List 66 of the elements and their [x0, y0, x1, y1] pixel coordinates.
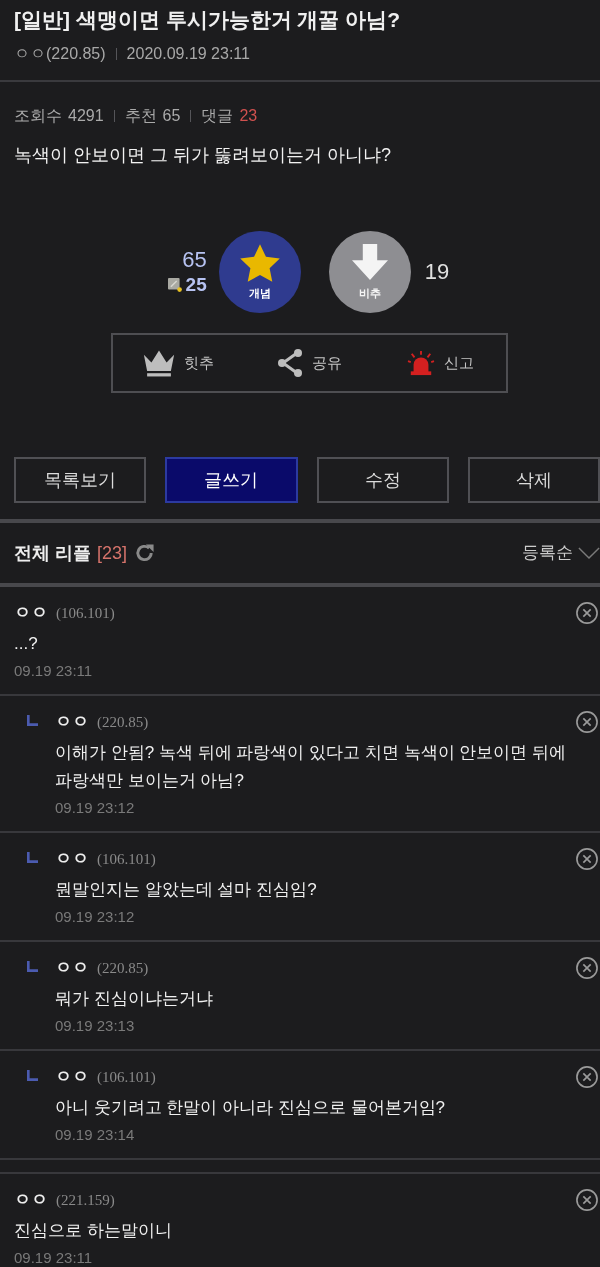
comments-title: 전체 리플 [14, 541, 91, 565]
reply-icon [27, 1070, 38, 1081]
nav-button[interactable]: 목록보기 [14, 457, 147, 503]
comment-text: 진심으로 하는말이니 [14, 1220, 173, 1242]
nav-button[interactable]: 글쓰기 [165, 457, 298, 503]
comment-ip: (106.101) [97, 850, 156, 869]
star-icon [239, 244, 280, 282]
close-icon[interactable] [576, 1066, 598, 1088]
stat-label: 추천 [124, 106, 157, 126]
comment-author: ㅇㅇ [55, 958, 89, 978]
post-body: 녹색이 안보이면 그 뒤가 뚫려보이는거 아니냐? [14, 144, 392, 167]
siren-icon [407, 350, 435, 376]
fixed-count: 25 [185, 273, 207, 297]
comment-text: 뭔말인지는 알았는데 설마 진심임? [55, 879, 318, 901]
square-icon [167, 278, 182, 292]
share-button[interactable]: 공유 [277, 348, 342, 378]
comment-date: 09.19 23:12 [55, 799, 136, 817]
post-title: [일반] 색맹이면 투시가능한거 개꿀 아님? [14, 7, 402, 33]
comment-date: 09.19 23:11 [14, 1249, 94, 1267]
close-icon[interactable] [576, 1189, 598, 1211]
stat-label: 조회수 [14, 106, 62, 126]
comment-ip: (106.101) [97, 1068, 156, 1087]
close-icon[interactable] [576, 957, 598, 979]
comment-author: ㅇㅇ [55, 849, 89, 869]
comment-author: ㅇㅇ [55, 712, 89, 732]
crown-icon [143, 349, 175, 377]
refresh-icon[interactable] [135, 543, 156, 563]
sort-dropdown[interactable]: 등록순 [522, 540, 600, 566]
reply-icon [27, 715, 38, 726]
close-icon[interactable] [576, 711, 598, 733]
upvote-count: 65 [182, 247, 207, 273]
comment-date: 09.19 23:11 [14, 662, 94, 680]
comment-ip: (221.159) [56, 1191, 115, 1210]
comment-date: 09.19 23:14 [55, 1126, 136, 1144]
chevron-down-icon [578, 546, 600, 560]
stat-value: 65 [162, 106, 181, 126]
reply-icon [27, 852, 38, 863]
close-icon[interactable] [576, 602, 598, 624]
nav-button[interactable]: 수정 [316, 457, 449, 503]
share-icon [277, 348, 303, 378]
close-icon[interactable] [576, 848, 598, 870]
comments-count: [23] [97, 541, 128, 565]
nav-button[interactable]: 삭제 [467, 457, 600, 503]
comment-date: 09.19 23:12 [55, 908, 136, 926]
downvote-count: 19 [424, 259, 450, 285]
comment-author: ㅇㅇ [14, 1190, 48, 1210]
comment-text: 뭐가 진심이냐는거냐 [55, 988, 214, 1010]
comment-author: ㅇㅇ [14, 603, 48, 623]
comment-text: 아니 웃기려고 한말이 아니라 진심으로 물어본거임? [55, 1097, 447, 1119]
upvote-button[interactable]: 개념 [218, 231, 301, 313]
stat-value: 23 [239, 106, 258, 126]
post-date: 2020.09.19 23:11 [126, 44, 250, 64]
reply-icon [27, 961, 38, 972]
comment-ip: (220.85) [97, 959, 149, 978]
comment-text: ...? [14, 633, 39, 655]
arrow-down-icon [351, 244, 388, 280]
report-button[interactable]: 신고 [407, 350, 474, 376]
comment-ip: (220.85) [97, 713, 149, 732]
comment-author: ㅇㅇ [55, 1067, 89, 1087]
post-author: ㅇㅇ(220.85) [14, 44, 106, 64]
comment-ip: (106.101) [56, 604, 115, 623]
comment-text: 이해가 안됨? 녹색 뒤에 파랑색이 있다고 치면 녹색이 안보이면 뒤에 파랑색만 보이는거 아님? [55, 742, 567, 792]
stat-value: 4291 [68, 106, 104, 126]
stat-label: 댓글 [201, 106, 234, 126]
comment-date: 09.19 23:13 [55, 1017, 136, 1035]
hit-button[interactable]: 힛추 [143, 349, 214, 377]
